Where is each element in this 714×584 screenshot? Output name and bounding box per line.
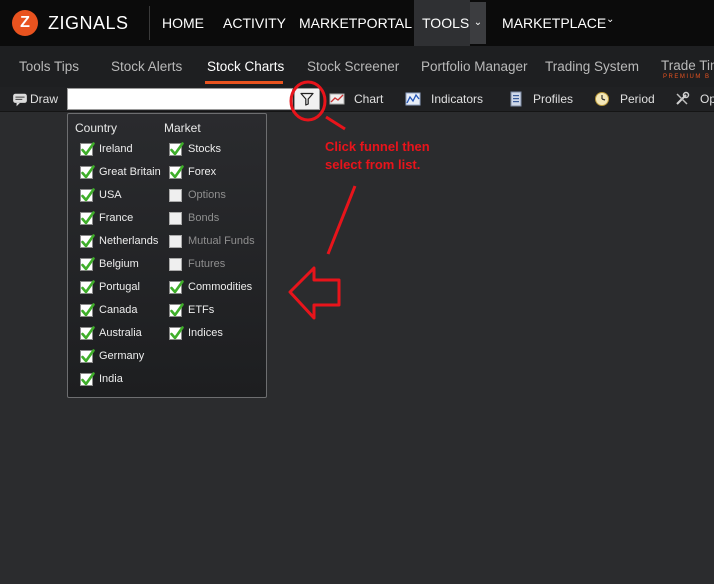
pointer-line <box>325 115 346 131</box>
annotation-text: Click funnel then select from list. <box>325 139 430 172</box>
left-arrow-icon <box>288 266 341 320</box>
arrow-line <box>326 185 357 255</box>
funnel-highlight-circle <box>289 80 327 122</box>
annotation-overlay <box>288 80 357 320</box>
